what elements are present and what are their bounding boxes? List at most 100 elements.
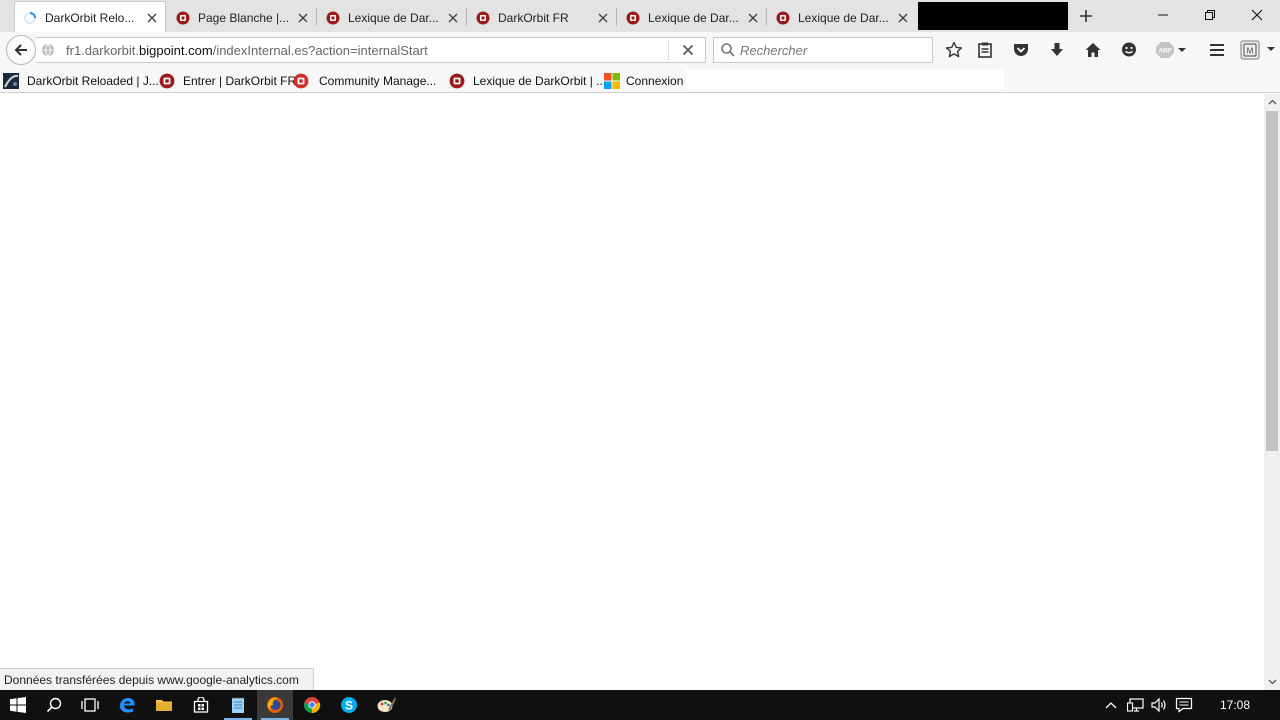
tab-page-blanche[interactable]: Page Blanche |... — [168, 3, 316, 32]
search-button[interactable] — [36, 690, 72, 720]
skype-icon: S — [341, 697, 357, 713]
close-window-button[interactable] — [1234, 0, 1280, 30]
chat-bubble-icon — [1122, 42, 1136, 57]
bookmark-community-manager[interactable]: Community Manage... — [293, 72, 436, 89]
home-button[interactable] — [1081, 38, 1105, 62]
search-bar[interactable] — [713, 37, 933, 63]
close-icon — [682, 44, 694, 56]
windows-logo-icon — [10, 697, 26, 713]
taskbar-store[interactable] — [183, 690, 219, 720]
url-path: /indexInternal.es?action=internalStart — [212, 42, 428, 58]
hello-chat-button[interactable] — [1117, 38, 1141, 62]
new-tab-icon[interactable] — [1076, 6, 1096, 26]
bookmark-label: Entrer | DarkOrbit FR — [183, 73, 297, 88]
extension-button[interactable]: M — [1238, 38, 1278, 62]
taskbar-edge[interactable] — [109, 690, 145, 720]
tab-title: Lexique de Dar... — [348, 10, 439, 25]
close-tab-icon[interactable] — [296, 11, 310, 25]
volume-tray-button[interactable] — [1148, 690, 1170, 720]
start-button[interactable] — [0, 690, 36, 720]
tab-title: DarkOrbit FR — [498, 10, 569, 25]
restore-icon — [1205, 10, 1215, 20]
bookmark-lexique-darkorbit[interactable]: Lexique de DarkOrbit | ... — [449, 72, 606, 89]
taskbar-notepad[interactable] — [220, 690, 256, 720]
downloads-button[interactable] — [1045, 38, 1069, 62]
svg-text:S: S — [345, 699, 353, 713]
edge-icon — [120, 697, 135, 713]
notification-icon — [1175, 697, 1193, 713]
microsoft-favicon — [604, 72, 620, 89]
chevron-down-icon — [1268, 679, 1276, 685]
hamburger-menu-icon — [1210, 44, 1224, 56]
clipboard-icon — [978, 42, 992, 58]
site-identity-button[interactable] — [36, 38, 60, 62]
redacted-tab[interactable] — [918, 2, 1068, 30]
menu-button[interactable] — [1205, 38, 1229, 62]
bookmark-label: Lexique de DarkOrbit | ... — [473, 73, 607, 88]
tab-title: Page Blanche |... — [198, 10, 290, 25]
close-tab-icon[interactable] — [145, 11, 159, 25]
bigpoint-red-favicon — [293, 73, 309, 88]
bookmark-connexion[interactable]: Connexion — [604, 72, 683, 89]
bigpoint-favicon — [626, 11, 640, 24]
bookmark-darkorbit-reloaded[interactable]: DarkOrbit Reloaded | J... — [3, 72, 159, 89]
tab-title: DarkOrbit Relo... — [45, 10, 135, 25]
close-tab-icon[interactable] — [446, 11, 460, 25]
url-bar[interactable]: fr1.darkorbit.bigpoint.com/indexInternal… — [36, 37, 706, 63]
taskbar-file-explorer[interactable] — [146, 690, 182, 720]
download-arrow-icon — [1051, 43, 1063, 56]
folder-icon — [156, 700, 172, 711]
taskbar-skype[interactable]: S — [331, 690, 367, 720]
close-tab-icon[interactable] — [896, 11, 910, 25]
action-center-button[interactable] — [1173, 690, 1195, 720]
taskbar-chrome[interactable] — [294, 690, 330, 720]
bookmark-entrer-darkorbit[interactable]: Entrer | DarkOrbit FR — [159, 72, 296, 89]
taskbar-clock[interactable]: 17:08 — [1208, 690, 1262, 720]
tab-darkorbit-reloaded[interactable]: DarkOrbit Relo... — [14, 1, 166, 33]
tab-lexique-1[interactable]: Lexique de Dar... — [318, 3, 466, 32]
vertical-scrollbar[interactable] — [1264, 94, 1280, 690]
url-prefix: fr1.darkorbit. — [66, 42, 139, 58]
notepad-icon — [232, 697, 244, 713]
chrome-icon — [303, 697, 321, 714]
bookmark-star-button[interactable] — [942, 38, 966, 62]
taskbar-firefox[interactable] — [257, 690, 293, 720]
restore-button[interactable] — [1187, 0, 1233, 30]
taskbar-paint[interactable] — [368, 690, 404, 720]
network-tray-button[interactable] — [1125, 690, 1147, 720]
tab-separator — [466, 8, 467, 26]
stop-loading-button[interactable] — [677, 39, 699, 61]
tab-separator — [616, 8, 617, 26]
reading-list-button[interactable] — [973, 38, 997, 62]
tab-title: Lexique de Dar... — [798, 10, 889, 25]
search-icon — [721, 43, 735, 57]
pocket-icon — [1014, 44, 1028, 56]
status-text: Données transférées depuis www.google-an… — [4, 673, 299, 687]
close-tab-icon[interactable] — [596, 11, 610, 25]
tab-lexique-3[interactable]: Lexique de Dar... — [768, 3, 916, 32]
page-content[interactable] — [0, 94, 1264, 690]
task-view-icon — [81, 698, 99, 712]
bigpoint-favicon — [176, 11, 190, 24]
tab-title: Lexique de Dar... — [648, 10, 739, 25]
minimize-button[interactable] — [1140, 0, 1186, 30]
pocket-button[interactable] — [1009, 38, 1033, 62]
url-text[interactable]: fr1.darkorbit.bigpoint.com/indexInternal… — [66, 43, 668, 58]
scroll-down-button[interactable] — [1264, 674, 1280, 690]
show-hidden-icons-button[interactable] — [1100, 690, 1122, 720]
bookmark-label: DarkOrbit Reloaded | J... — [27, 73, 159, 88]
task-view-button[interactable] — [72, 690, 108, 720]
scroll-up-button[interactable] — [1264, 94, 1280, 110]
tab-darkorbit-fr[interactable]: DarkOrbit FR — [468, 3, 616, 32]
back-button[interactable] — [6, 35, 36, 65]
bigpoint-favicon — [776, 11, 790, 24]
adblock-plus-button[interactable]: ABP — [1154, 38, 1188, 62]
scrollbar-thumb[interactable] — [1266, 111, 1278, 451]
extension-icon: M — [1240, 40, 1275, 60]
globe-icon — [42, 43, 54, 57]
tab-lexique-2[interactable]: Lexique de Dar... — [618, 3, 766, 32]
search-input[interactable] — [740, 42, 920, 58]
home-icon — [1085, 43, 1101, 57]
close-tab-icon[interactable] — [746, 11, 760, 25]
url-domain: bigpoint.com — [138, 42, 213, 58]
